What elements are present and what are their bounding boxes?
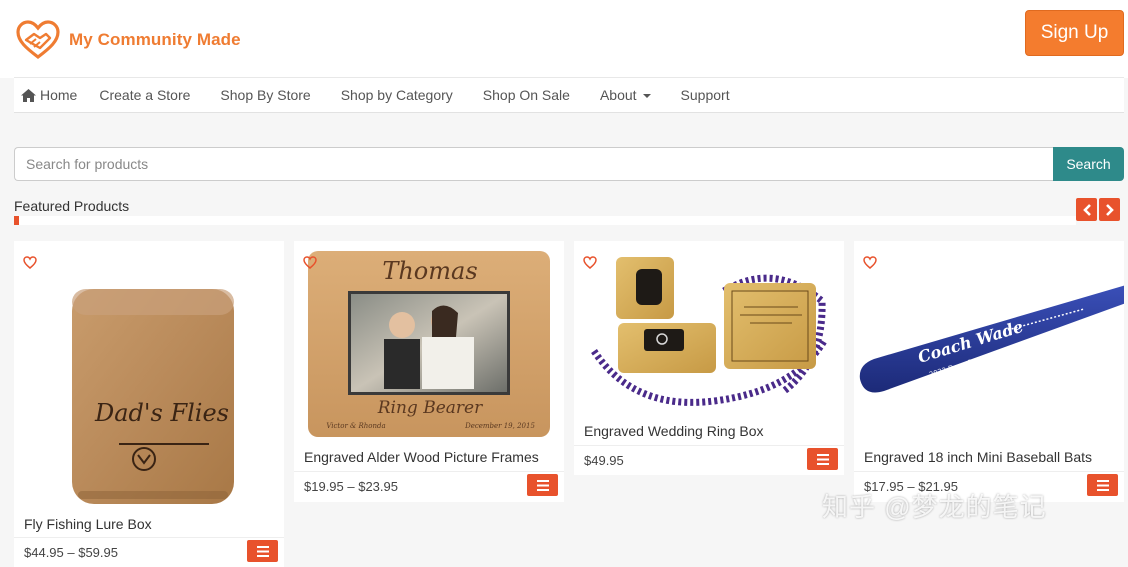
- product-image[interactable]: Thomas Ring Bearer Victor & Rhonda Decem…: [294, 241, 564, 445]
- fishing-box-image: Dad's Flies: [72, 289, 234, 504]
- price-row: $44.95 – $59.95: [14, 537, 284, 567]
- frame-role-engraving: Ring Bearer: [377, 398, 483, 418]
- product-image[interactable]: [574, 241, 844, 419]
- product-title[interactable]: Engraved Alder Wood Picture Frames: [304, 449, 539, 465]
- nav-item-about[interactable]: About: [600, 87, 651, 103]
- product-card: Engraved Wedding Ring Box $49.95: [574, 241, 844, 475]
- featured-accent: [14, 216, 19, 225]
- ring-box-image: [591, 257, 828, 406]
- watermark-text: 知乎 @梦龙的笔记: [822, 492, 1047, 522]
- product-image[interactable]: Coach Wade 2022 Deep Run Wildcats: [854, 241, 1124, 445]
- carousel-prev-button[interactable]: [1076, 198, 1097, 221]
- nav-item-support[interactable]: Support: [681, 87, 730, 103]
- product-title[interactable]: Engraved Wedding Ring Box: [584, 423, 764, 439]
- add-to-cart-button[interactable]: [807, 448, 838, 470]
- wishlist-heart-icon[interactable]: [863, 256, 877, 269]
- wishlist-heart-icon[interactable]: [583, 256, 597, 269]
- wishlist-heart-icon[interactable]: [303, 256, 317, 269]
- home-icon: [21, 88, 36, 102]
- site-header: My Community Made Sign Up: [0, 0, 1128, 78]
- main-nav: Home Create a Store Shop By Store Shop b…: [14, 77, 1124, 113]
- product-title[interactable]: Fly Fishing Lure Box: [24, 516, 152, 532]
- picture-frame-image: Thomas Ring Bearer Victor & Rhonda Decem…: [308, 251, 550, 437]
- search-button[interactable]: Search: [1053, 147, 1124, 181]
- product-price: $49.95: [584, 453, 624, 468]
- featured-divider: [14, 216, 1076, 225]
- caret-down-icon: [642, 94, 651, 98]
- featured-products-header: Featured Products: [14, 193, 1124, 225]
- nav-item-home[interactable]: Home: [21, 87, 77, 103]
- product-title[interactable]: Engraved 18 inch Mini Baseball Bats: [864, 449, 1092, 465]
- wishlist-heart-icon[interactable]: [23, 256, 37, 269]
- chevron-left-icon: [1082, 203, 1091, 216]
- product-card: Thomas Ring Bearer Victor & Rhonda Decem…: [294, 241, 564, 502]
- nav-item-shop-by-store[interactable]: Shop By Store: [220, 87, 310, 103]
- product-price: $44.95 – $59.95: [24, 545, 118, 560]
- menu-bars-icon: [536, 479, 549, 491]
- heart-hands-logo-icon: [16, 20, 60, 60]
- frame-left-engraving: Victor & Rhonda: [326, 422, 385, 430]
- price-row: $49.95: [574, 445, 844, 475]
- brand-name: My Community Made: [69, 30, 241, 49]
- add-to-cart-button[interactable]: [1087, 474, 1118, 496]
- featured-title: Featured Products: [14, 198, 130, 214]
- menu-bars-icon: [816, 453, 829, 465]
- chevron-right-icon: [1105, 203, 1114, 216]
- frame-right-engraving: December 19, 2015: [464, 422, 535, 430]
- brand-logo[interactable]: My Community Made: [16, 20, 241, 60]
- box-engraving: Dad's Flies: [94, 399, 229, 427]
- add-to-cart-button[interactable]: [527, 474, 558, 496]
- nav-label-home: Home: [40, 87, 78, 103]
- product-card: Dad's Flies Fly Fishing Lure Box $44.95 …: [14, 241, 284, 567]
- baseball-bat-image: Coach Wade 2022 Deep Run Wildcats: [859, 285, 1124, 393]
- product-image[interactable]: Dad's Flies: [14, 241, 284, 511]
- price-row: $19.95 – $23.95: [294, 471, 564, 501]
- carousel-next-button[interactable]: [1099, 198, 1120, 221]
- search-input[interactable]: [14, 147, 1053, 181]
- nav-item-shop-by-category[interactable]: Shop by Category: [341, 87, 453, 103]
- menu-bars-icon: [256, 545, 269, 557]
- nav-label-about: About: [599, 87, 637, 103]
- menu-bars-icon: [1096, 479, 1109, 491]
- sign-up-button[interactable]: Sign Up: [1025, 10, 1124, 56]
- nav-item-shop-on-sale[interactable]: Shop On Sale: [483, 87, 570, 103]
- product-card: Coach Wade 2022 Deep Run Wildcats Engrav…: [854, 241, 1124, 502]
- product-search: Search: [14, 147, 1124, 181]
- add-to-cart-button[interactable]: [247, 540, 278, 562]
- nav-item-create-store[interactable]: Create a Store: [99, 87, 190, 103]
- product-price: $19.95 – $23.95: [304, 479, 398, 494]
- frame-name-engraving: Thomas: [382, 257, 477, 285]
